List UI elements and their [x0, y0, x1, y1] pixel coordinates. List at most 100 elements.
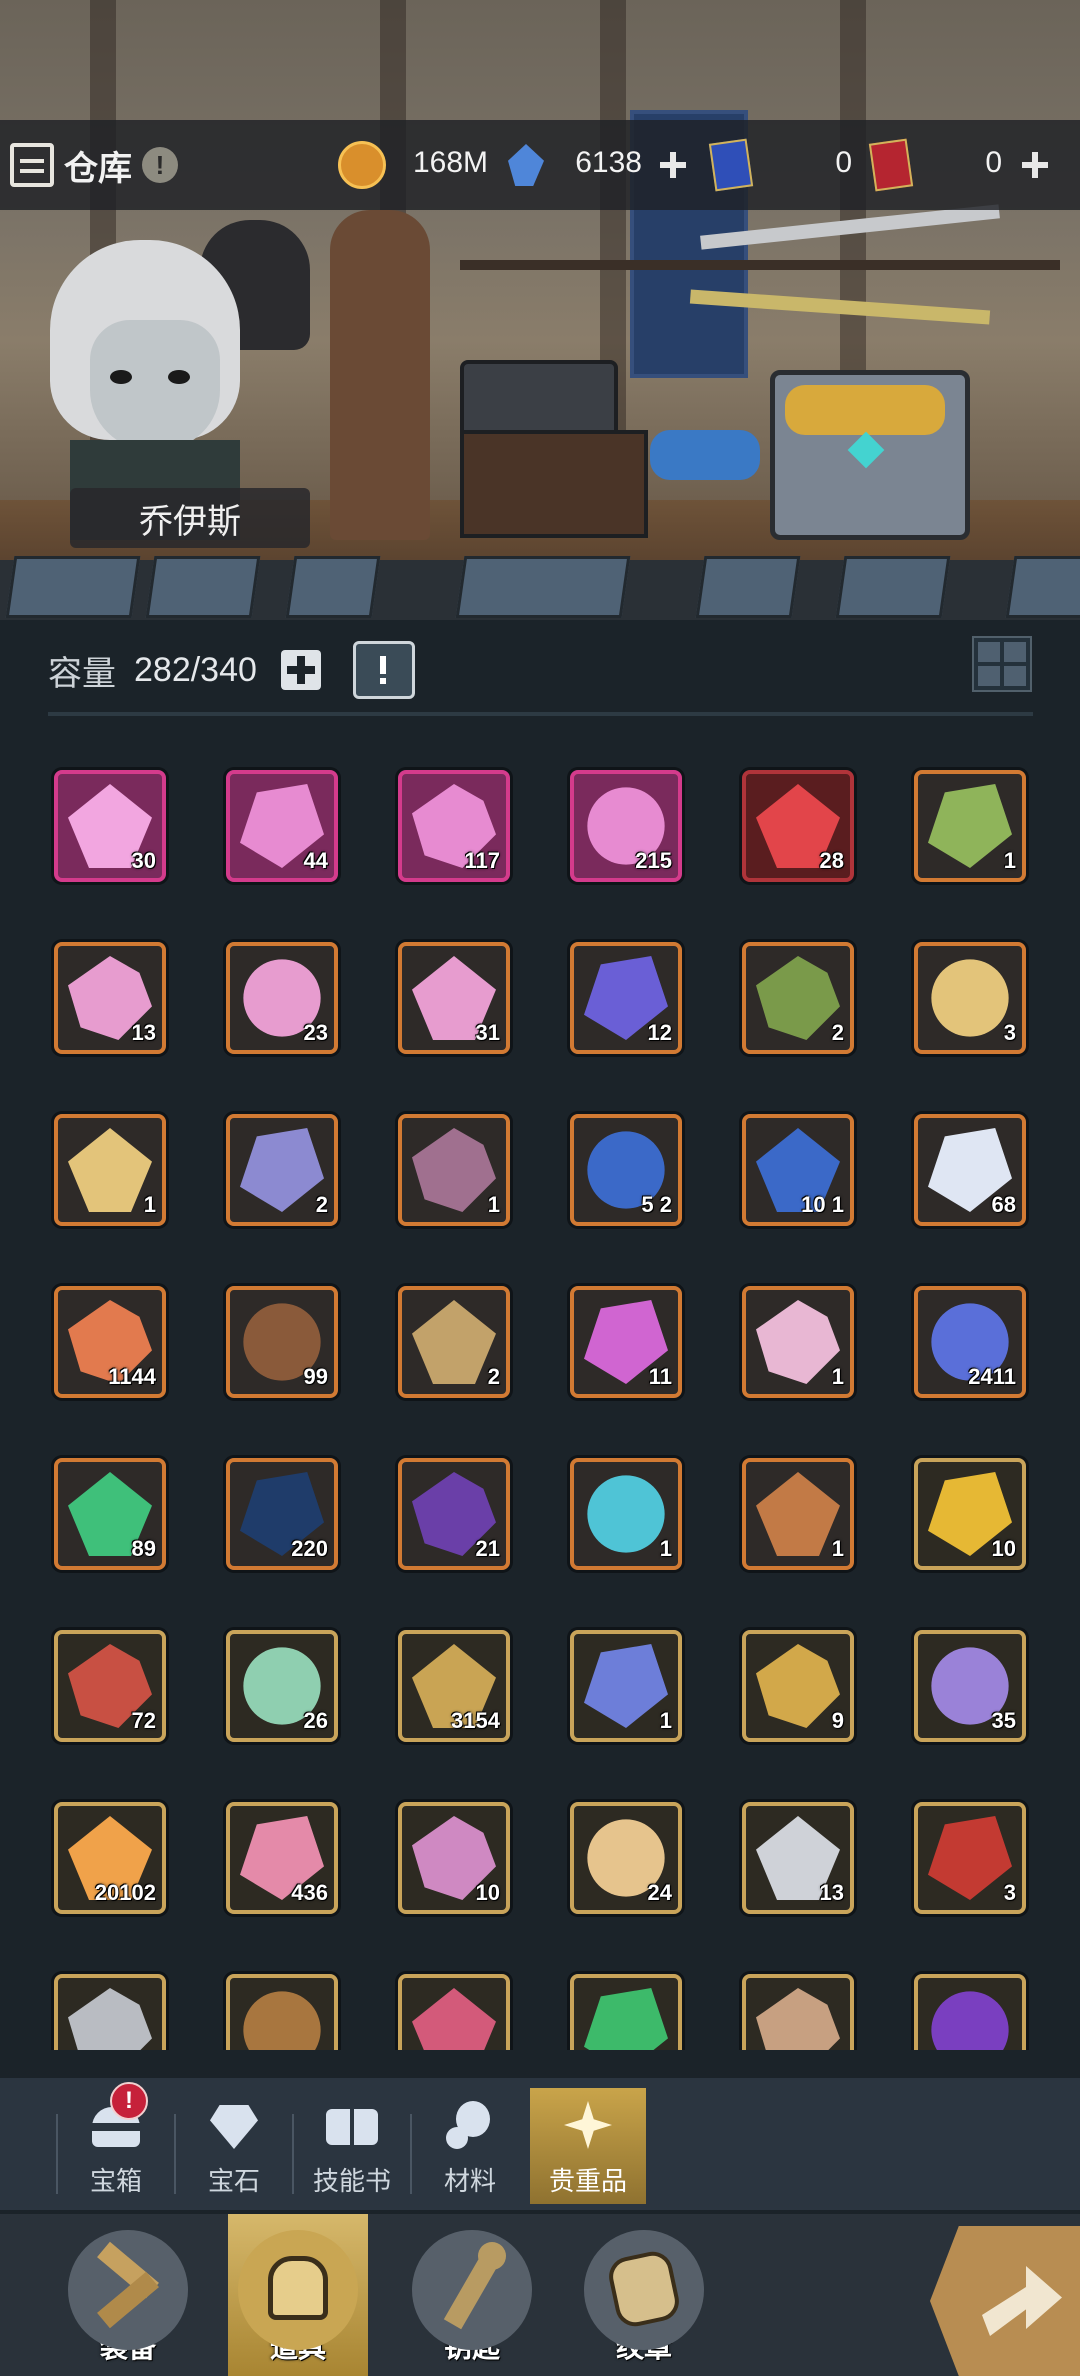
inventory-slot[interactable]: 1 — [742, 1458, 854, 1570]
green-vine-icon — [928, 784, 1012, 868]
page-title-block: 仓库 ! — [10, 130, 178, 200]
item-quantity: 30 — [131, 848, 156, 873]
item-quantity: 13 — [131, 1020, 156, 1045]
inventory-slot[interactable]: 1 — [570, 1458, 682, 1570]
inventory-slot[interactable]: 35 — [914, 1630, 1026, 1742]
inventory-slot[interactable]: 2 — [742, 942, 854, 1054]
inventory-slot[interactable]: 20102 — [54, 1802, 166, 1914]
inventory-slot[interactable]: 13 — [54, 942, 166, 1054]
inventory-slot[interactable] — [914, 1974, 1026, 2050]
item-quantity: 9 — [831, 1708, 844, 1733]
ledge-block — [5, 556, 141, 618]
forward-arrow-button[interactable] — [930, 2226, 1080, 2376]
inventory-slot[interactable]: 72 — [54, 1630, 166, 1742]
inventory-slot[interactable]: 10 — [398, 1802, 510, 1914]
gold-scroll-icon — [931, 959, 1009, 1037]
tab-valuables[interactable]: 贵重品 — [530, 2088, 646, 2204]
info-icon[interactable]: ! — [142, 147, 178, 183]
inventory-slot[interactable]: 117 — [398, 770, 510, 882]
inventory-slot[interactable]: 2 — [226, 1114, 338, 1226]
tab-label: 技能书 — [312, 2166, 391, 2196]
crystal-plus-button[interactable] — [658, 150, 688, 180]
valuables-icon — [560, 2097, 616, 2153]
inventory-slot[interactable]: 99 — [226, 1286, 338, 1398]
hero-name-label: 乔伊斯 — [70, 488, 310, 548]
inventory-slot[interactable]: 28 — [742, 770, 854, 882]
item-quantity: 12 — [647, 1020, 672, 1045]
inventory-slot[interactable]: 436 — [226, 1802, 338, 1914]
inventory-slot[interactable]: 3 — [914, 942, 1026, 1054]
page-title: 仓库 — [64, 149, 132, 188]
inventory-slot[interactable]: 215 — [570, 770, 682, 882]
inventory-slot[interactable] — [226, 1974, 338, 2050]
inventory-slot[interactable]: 10 1 — [742, 1114, 854, 1226]
nav-items[interactable]: 道具 — [228, 2214, 368, 2376]
ledge-block — [455, 556, 631, 618]
capacity-row: 容量 282/340 — [48, 640, 1038, 700]
materials-icon — [442, 2097, 498, 2153]
inventory-slot[interactable]: 10 — [914, 1458, 1026, 1570]
inventory-slot[interactable]: 68 — [914, 1114, 1026, 1226]
expand-capacity-button[interactable] — [280, 650, 321, 690]
ledge-block — [1005, 556, 1080, 618]
inventory-slot[interactable] — [398, 1974, 510, 2050]
blue-ticket-resource: 0 — [708, 120, 852, 210]
treasure-chest — [770, 370, 970, 540]
inventory-slot[interactable]: 1 — [742, 1286, 854, 1398]
item-quantity: 3 — [1003, 1020, 1016, 1045]
inventory-slot[interactable]: 44 — [226, 770, 338, 882]
inventory-slot[interactable]: 2 — [398, 1286, 510, 1398]
inventory-slot[interactable] — [570, 1974, 682, 2050]
nav-crests[interactable]: 纹章 — [574, 2214, 714, 2376]
tab-gems[interactable]: 宝石 — [176, 2088, 292, 2204]
iron-ingot-icon — [68, 1988, 152, 2050]
inventory-slot[interactable]: 89 — [54, 1458, 166, 1570]
red-ticket-icon — [868, 138, 914, 192]
inventory-slot[interactable]: 13 — [742, 1802, 854, 1914]
inventory-slot[interactable]: 3154 — [398, 1630, 510, 1742]
inventory-slot[interactable]: 9 — [742, 1630, 854, 1742]
inventory-slot[interactable]: 1 — [570, 1630, 682, 1742]
ledge-block — [145, 556, 261, 618]
red-ticket-resource: 0 — [868, 120, 1050, 210]
inventory-slot[interactable]: 31 — [398, 942, 510, 1054]
tab-skill-books[interactable]: 技能书 — [294, 2088, 410, 2204]
inventory-slot[interactable]: 3 — [914, 1802, 1026, 1914]
tab-label: 宝箱 — [89, 2166, 142, 2196]
inventory-slot[interactable]: 30 — [54, 770, 166, 882]
item-quantity: 99 — [303, 1364, 328, 1389]
inventory-slot[interactable]: 1 — [54, 1114, 166, 1226]
inventory-slot[interactable]: 21 — [398, 1458, 510, 1570]
inventory-slot[interactable]: 1144 — [54, 1286, 166, 1398]
sort-icon[interactable] — [352, 641, 415, 699]
blue-ticket-icon — [708, 138, 754, 192]
item-quantity: 2 — [315, 1192, 328, 1217]
tab-materials[interactable]: 材料 — [412, 2088, 528, 2204]
gold-value: 168M — [412, 146, 488, 179]
item-quantity: 13 — [819, 1880, 844, 1905]
crate-decoration — [460, 430, 648, 538]
grid-view-toggle-icon[interactable] — [972, 636, 1032, 692]
capacity-label: 容量 — [48, 654, 116, 693]
inventory-slot[interactable]: 11 — [570, 1286, 682, 1398]
inventory-slot[interactable]: 1 — [914, 770, 1026, 882]
inventory-slot[interactable]: 23 — [226, 942, 338, 1054]
inventory-slot[interactable] — [742, 1974, 854, 2050]
nav-equipment[interactable]: 装备 — [58, 2214, 198, 2376]
gold-key-icon — [756, 1644, 840, 1728]
red-ticket-plus-button[interactable] — [1020, 150, 1050, 180]
nav-keys[interactable]: 钥匙 — [402, 2214, 542, 2376]
item-quantity: 1144 — [108, 1364, 156, 1389]
tab-chests[interactable]: ! 宝箱 — [58, 2082, 174, 2204]
item-quantity: 35 — [991, 1708, 1016, 1733]
inventory-slot[interactable]: 2411 — [914, 1286, 1026, 1398]
item-quantity: 215 — [635, 848, 672, 873]
inventory-slot[interactable]: 5 2 — [570, 1114, 682, 1226]
inventory-slot[interactable]: 24 — [570, 1802, 682, 1914]
inventory-slot[interactable]: 26 — [226, 1630, 338, 1742]
inventory-slot[interactable]: 220 — [226, 1458, 338, 1570]
inventory-slot[interactable] — [54, 1974, 166, 2050]
inventory-slot[interactable]: 1 — [398, 1114, 510, 1226]
inventory-slot[interactable]: 12 — [570, 942, 682, 1054]
purple-flame-icon — [931, 1991, 1009, 2050]
